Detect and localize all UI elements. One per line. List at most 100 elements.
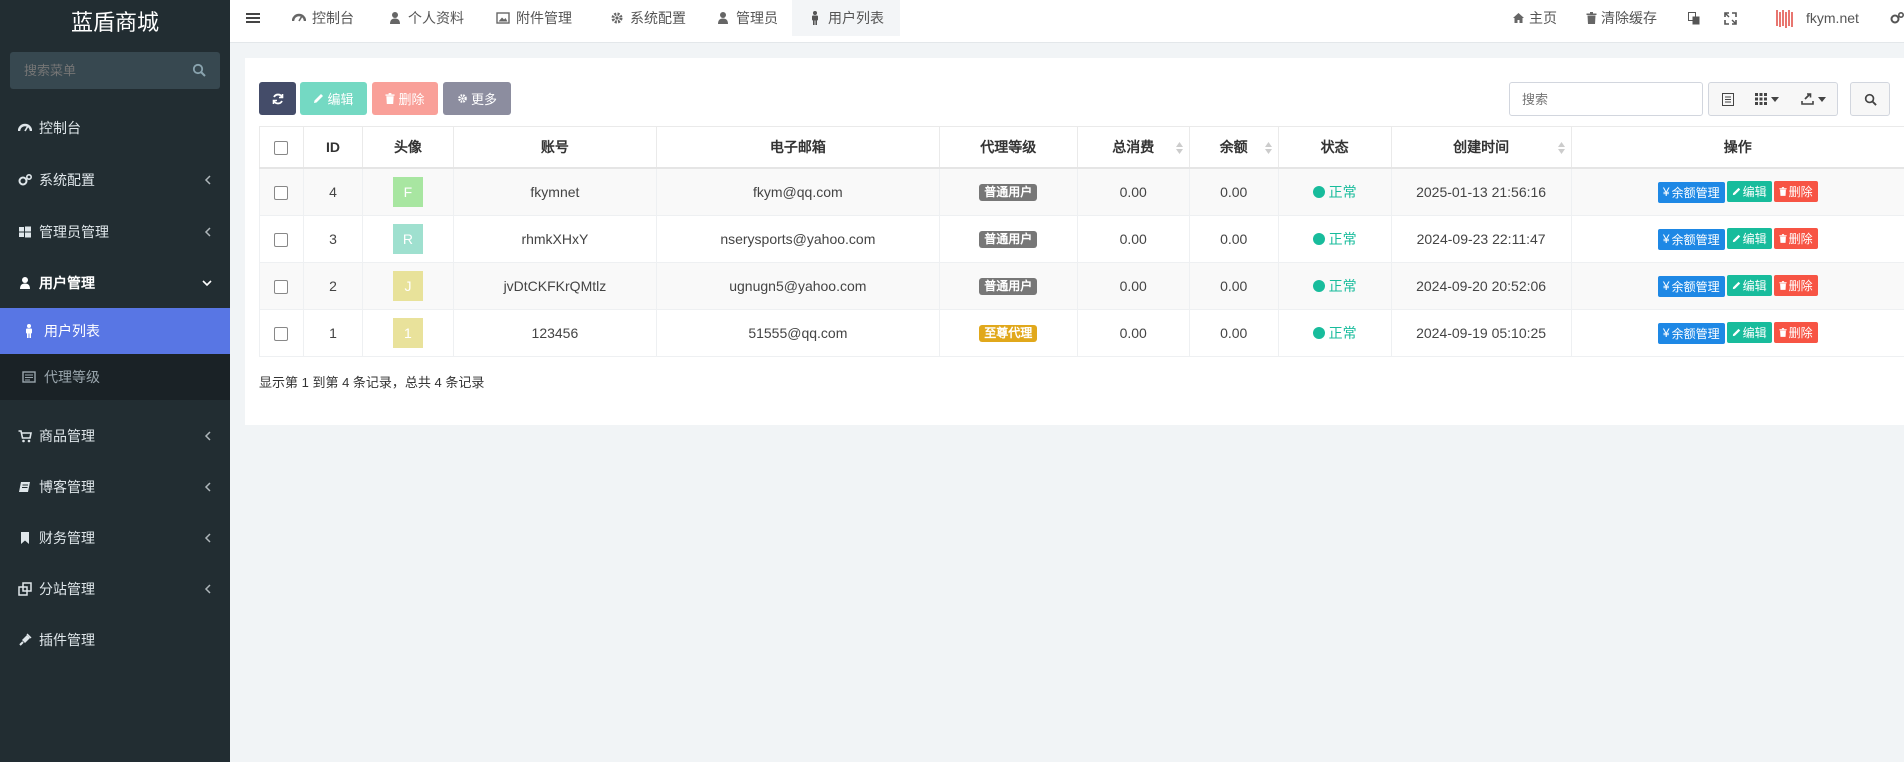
row-edit-label: 编辑 bbox=[1742, 185, 1767, 200]
avatar bbox=[1774, 7, 1796, 29]
column-header-level: 代理等级 bbox=[938, 126, 1078, 169]
tab-label: 管理员 bbox=[736, 10, 778, 26]
sidebar-item-plugins[interactable]: 插件管理 bbox=[0, 615, 230, 665]
sidebar-item-system-config[interactable]: 系统配置 bbox=[0, 155, 230, 205]
status-badge[interactable]: 正常 bbox=[1312, 276, 1357, 296]
column-header-spent[interactable]: 总消费 bbox=[1076, 126, 1190, 169]
menu-search-input[interactable] bbox=[10, 52, 194, 89]
windows-icon bbox=[18, 225, 32, 239]
cell-level: 至尊代理 bbox=[938, 309, 1078, 357]
row-checkbox[interactable] bbox=[274, 280, 289, 295]
sidebar-item-user-management[interactable]: 用户管理 bbox=[0, 258, 230, 308]
content-panel: 编辑 删除 更多 ID 头像 账号 电子 bbox=[245, 58, 1904, 425]
advanced-search-button[interactable] bbox=[1850, 82, 1890, 116]
status-badge[interactable]: 正常 bbox=[1312, 229, 1357, 249]
sidebar-item-products[interactable]: 商品管理 bbox=[0, 411, 230, 461]
row-delete-button[interactable]: 删除 bbox=[1773, 228, 1818, 250]
sidebar-item-blog[interactable]: 博客管理 bbox=[0, 462, 230, 512]
user-menu[interactable]: fkym.net bbox=[1774, 0, 1859, 36]
row-edit-label: 编辑 bbox=[1742, 232, 1767, 247]
tab-dashboard[interactable]: 控制台 bbox=[292, 0, 354, 36]
column-header-actions: 操作 bbox=[1570, 126, 1904, 169]
sidebar-item-admin[interactable]: 管理员管理 bbox=[0, 207, 230, 257]
row-checkbox[interactable] bbox=[274, 233, 289, 248]
tab-attachments[interactable]: 附件管理 bbox=[496, 0, 572, 36]
male-icon bbox=[808, 11, 822, 25]
search-icon[interactable] bbox=[192, 63, 206, 77]
trash-icon bbox=[1586, 12, 1597, 24]
cell-avatar: 1 bbox=[361, 309, 454, 357]
home-link[interactable]: 主页 bbox=[1512, 0, 1557, 36]
tab-user-list[interactable]: 用户列表 bbox=[792, 0, 900, 36]
sidebar-item-label: 用户列表 bbox=[44, 323, 100, 339]
table-row: 4 Ffkymnet fkym@qq.com 普通用户 0.00 0.00 正常 2025-0… bbox=[259, 168, 1904, 216]
refresh-button[interactable] bbox=[259, 82, 296, 115]
row-select-cell bbox=[259, 168, 304, 216]
cart-icon bbox=[18, 429, 32, 443]
trash-icon bbox=[1778, 328, 1787, 338]
translate-button[interactable] bbox=[1688, 0, 1700, 36]
balance-manage-button[interactable]: ¥ 余额管理 bbox=[1657, 275, 1725, 297]
row-edit-button[interactable]: 编辑 bbox=[1726, 181, 1772, 203]
cell-status: 正常 bbox=[1277, 262, 1392, 310]
more-button[interactable]: 更多 bbox=[443, 82, 511, 115]
status-badge[interactable]: 正常 bbox=[1312, 323, 1357, 343]
column-header-id[interactable]: ID bbox=[302, 126, 363, 169]
avatar: R bbox=[392, 224, 423, 254]
table-row: 1 1 123456 51555@qq.com 至尊代理 0.00 0.00 正常 2024-0… bbox=[259, 309, 1904, 357]
row-delete-button[interactable]: 删除 bbox=[1773, 181, 1818, 203]
export-button[interactable] bbox=[1789, 82, 1838, 116]
delete-button[interactable]: 删除 bbox=[372, 82, 438, 115]
cell-created: 2024-09-19 05:10:25 bbox=[1390, 309, 1572, 357]
balance-manage-button[interactable]: ¥ 余额管理 bbox=[1657, 322, 1725, 344]
tab-admin[interactable]: 管理员 bbox=[716, 0, 778, 36]
select-all-checkbox[interactable] bbox=[274, 141, 289, 156]
row-checkbox[interactable] bbox=[274, 186, 289, 201]
table-search-input[interactable] bbox=[1510, 83, 1694, 115]
top-navbar: 控制台 个人资料 附件管理 系统配置 管理员 用户列表 主页 清除缓存 fkym… bbox=[230, 0, 1904, 43]
sidebar-item-agent-level[interactable]: 代理等级 bbox=[0, 354, 230, 400]
app-logo[interactable]: 蓝盾商城 bbox=[0, 0, 230, 42]
row-delete-label: 删除 bbox=[1788, 326, 1813, 341]
row-delete-button[interactable]: 删除 bbox=[1773, 275, 1818, 297]
column-header-balance[interactable]: 余额 bbox=[1188, 126, 1279, 169]
caret-down-icon bbox=[1817, 96, 1826, 102]
sidebar-item-dashboard[interactable]: 控制台 bbox=[0, 103, 230, 153]
balance-manage-button[interactable]: ¥ 余额管理 bbox=[1657, 181, 1725, 203]
clear-cache-button[interactable]: 清除缓存 bbox=[1586, 0, 1657, 36]
search-icon bbox=[1864, 93, 1877, 106]
sidebar-item-user-list[interactable]: 用户列表 bbox=[0, 308, 230, 354]
row-delete-button[interactable]: 删除 bbox=[1773, 322, 1818, 344]
cell-balance: 0.00 bbox=[1188, 215, 1279, 263]
home-label: 主页 bbox=[1529, 10, 1557, 26]
dashboard-icon bbox=[18, 121, 32, 135]
sidebar: 蓝盾商城 控制台 系统配置 管理员管理 用户管理 用户列表 代理等级 商品管理 … bbox=[0, 0, 230, 762]
settings-button[interactable] bbox=[1890, 0, 1904, 36]
hamburger-icon bbox=[246, 13, 260, 23]
cell-level: 普通用户 bbox=[938, 215, 1078, 263]
avatar: 1 bbox=[392, 318, 423, 348]
trash-icon bbox=[1778, 234, 1787, 244]
sidebar-item-substation[interactable]: 分站管理 bbox=[0, 564, 230, 614]
avatar: F bbox=[392, 177, 423, 207]
row-checkbox[interactable] bbox=[274, 327, 289, 342]
columns-button[interactable] bbox=[1745, 82, 1790, 116]
sidebar-toggle-button[interactable] bbox=[246, 0, 268, 36]
tab-profile[interactable]: 个人资料 bbox=[388, 0, 464, 36]
column-header-created[interactable]: 创建时间 bbox=[1390, 126, 1572, 169]
fullscreen-button[interactable] bbox=[1724, 0, 1737, 36]
table-search bbox=[1509, 82, 1703, 116]
row-edit-button[interactable]: 编辑 bbox=[1726, 322, 1772, 344]
table-row: 2 JjvDtCKFKrQMtlz ugnugn5@yahoo.com 普通用户 0.0… bbox=[259, 262, 1904, 310]
edit-button[interactable]: 编辑 bbox=[300, 82, 367, 115]
status-badge[interactable]: 正常 bbox=[1312, 182, 1357, 202]
cell-created: 2025-01-13 21:56:16 bbox=[1390, 168, 1572, 216]
toggle-view-button[interactable] bbox=[1708, 82, 1747, 116]
sidebar-item-label: 商品管理 bbox=[39, 428, 95, 444]
balance-manage-button[interactable]: ¥ 余额管理 bbox=[1657, 228, 1725, 250]
table-header-row: ID 头像 账号 电子邮箱 代理等级 总消费 余额 状态 创建时间 操作 bbox=[259, 126, 1904, 169]
sidebar-item-finance[interactable]: 财务管理 bbox=[0, 513, 230, 563]
row-edit-button[interactable]: 编辑 bbox=[1726, 275, 1772, 297]
tab-system-config[interactable]: 系统配置 bbox=[610, 0, 686, 36]
row-edit-button[interactable]: 编辑 bbox=[1726, 228, 1772, 250]
